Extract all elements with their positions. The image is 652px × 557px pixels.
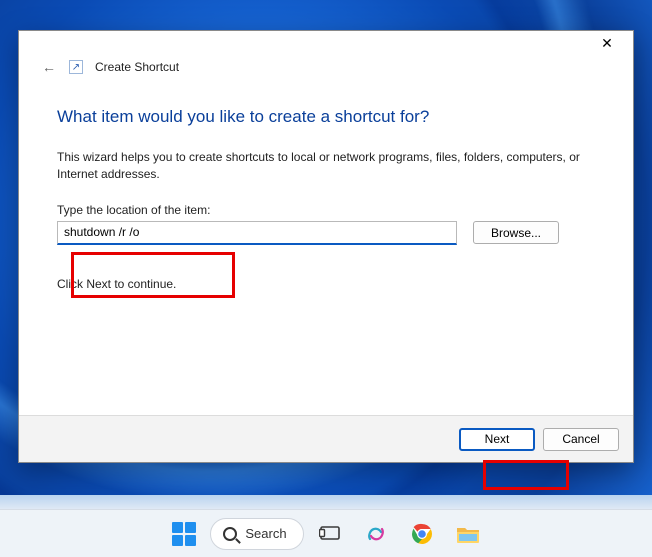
taskbar-search[interactable]: Search (210, 518, 303, 550)
dialog-body: What item would you like to create a sho… (19, 79, 633, 415)
wizard-description: This wizard helps you to create shortcut… (57, 149, 595, 183)
chrome-icon (410, 522, 434, 546)
copilot-button[interactable] (356, 514, 396, 554)
location-label: Type the location of the item: (57, 203, 595, 217)
chrome-button[interactable] (402, 514, 442, 554)
titlebar: ✕ (19, 31, 633, 55)
dialog-title: Create Shortcut (95, 60, 179, 74)
start-button[interactable] (164, 514, 204, 554)
search-icon (223, 527, 237, 541)
cancel-button[interactable]: Cancel (543, 428, 619, 451)
folder-icon (455, 522, 481, 546)
taskbar: Search (0, 509, 652, 557)
next-button[interactable]: Next (459, 428, 535, 451)
taskbar-search-label: Search (245, 526, 286, 541)
location-row: Browse... (57, 221, 595, 245)
continue-note: Click Next to continue. (57, 277, 595, 291)
wizard-heading: What item would you like to create a sho… (57, 107, 595, 127)
close-icon[interactable]: ✕ (593, 32, 621, 54)
task-view-icon (319, 523, 341, 545)
dialog-header: ← ↗ Create Shortcut (19, 55, 633, 79)
browse-button[interactable]: Browse... (473, 221, 559, 244)
dialog-footer: Next Cancel (19, 415, 633, 462)
copilot-icon (364, 522, 388, 546)
windows-logo-icon (172, 522, 196, 546)
create-shortcut-dialog: ✕ ← ↗ Create Shortcut What item would yo… (18, 30, 634, 463)
file-explorer-button[interactable] (448, 514, 488, 554)
shortcut-icon: ↗ (69, 60, 83, 74)
annotation-highlight (483, 460, 569, 490)
task-view-button[interactable] (310, 514, 350, 554)
back-arrow-icon[interactable]: ← (41, 59, 57, 75)
location-input[interactable] (57, 221, 457, 245)
